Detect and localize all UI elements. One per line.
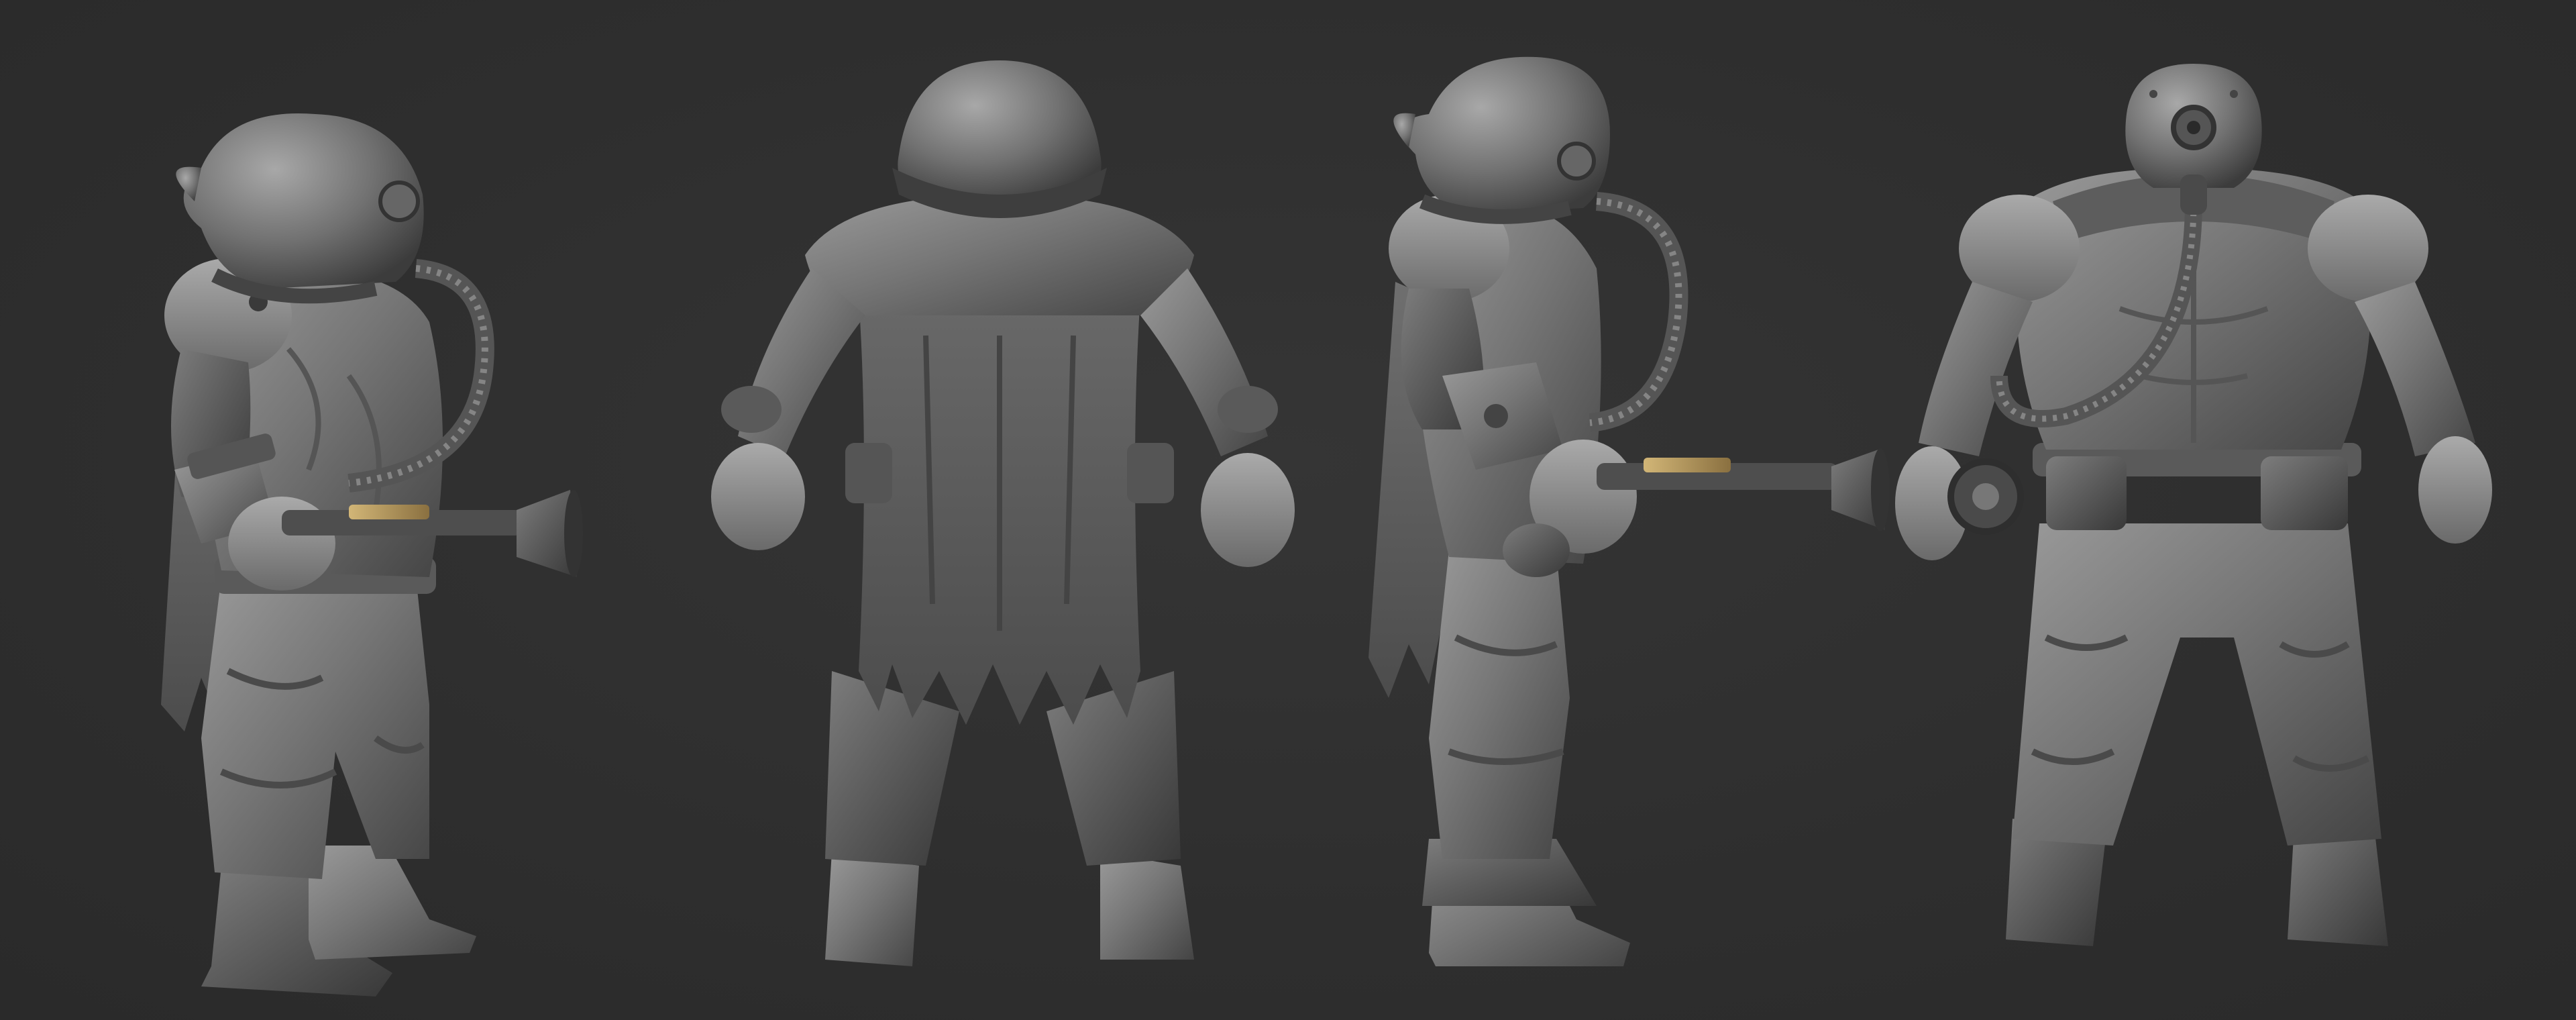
front-view <box>1895 64 2492 946</box>
side-view-left <box>161 113 583 997</box>
side-view-right <box>1368 56 1890 966</box>
character-turnaround-render <box>0 0 2576 1020</box>
render-canvas <box>161 56 2492 997</box>
back-view <box>711 60 1295 966</box>
